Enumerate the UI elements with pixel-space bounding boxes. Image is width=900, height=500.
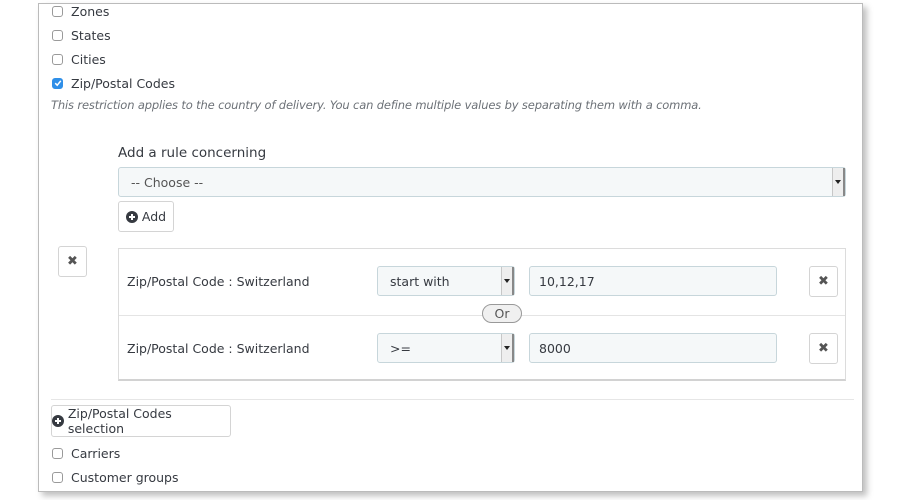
checkbox-label: Zones [71,3,110,19]
checkbox-states[interactable]: States [52,26,111,44]
checkbox-label: Zip/Postal Codes [71,75,175,91]
operator-select-value: >= [390,340,411,356]
dropdown-toggle[interactable] [832,168,845,196]
rule-type-select-value: -- Choose -- [131,174,204,190]
rule-row: Zip/Postal Code : Switzerland start with… [119,249,845,315]
operator-select-value: start with [390,273,450,289]
remove-rule-button[interactable]: ✖ [809,333,838,364]
dropdown-toggle[interactable] [501,267,514,295]
rule-value-input[interactable] [529,266,777,296]
checkbox-label: Carriers [71,445,121,461]
section-divider [51,399,854,400]
operator-select[interactable]: start with [377,266,515,296]
checkbox-label: Cities [71,51,106,67]
plus-circle-icon [52,415,64,427]
selection-button-label: Zip/Postal Codes selection [67,406,172,436]
close-icon: ✖ [67,254,78,269]
remove-rule-group-button[interactable]: ✖ [58,246,87,277]
rule-name: Zip/Postal Code : Switzerland [127,341,310,356]
checkbox-box[interactable] [52,447,63,459]
rule-type-select[interactable]: -- Choose -- [118,167,846,197]
checkbox-box[interactable] [52,471,63,483]
restrictions-panel: Zones States Cities Zip/Postal Codes Thi… [38,3,863,492]
checkbox-box[interactable] [52,5,63,17]
checkbox-label: States [71,27,111,43]
checkbox-box[interactable] [52,29,63,41]
help-text: This restriction applies to the country … [51,98,702,112]
remove-rule-button[interactable]: ✖ [809,266,838,297]
checkbox-zones[interactable]: Zones [52,2,109,20]
close-icon: ✖ [818,341,829,356]
add-rule-button-label: Add [141,209,167,224]
checkbox-carriers[interactable]: Carriers [52,444,120,462]
checkbox-box[interactable] [52,77,63,89]
caret-down-icon [835,180,841,184]
checkbox-customer-groups[interactable]: Customer groups [52,468,179,486]
add-rule-button[interactable]: Add [118,201,174,232]
rule-row: Zip/Postal Code : Switzerland >= ✖ [119,315,845,381]
or-separator-badge: Or [482,304,522,323]
plus-circle-icon [125,210,138,223]
checkbox-cities[interactable]: Cities [52,50,106,68]
rule-value-input[interactable] [529,333,777,363]
caret-down-icon [504,279,510,283]
rule-name: Zip/Postal Code : Switzerland [127,274,310,289]
dropdown-toggle[interactable] [501,334,514,362]
zip-postal-codes-selection-button[interactable]: Zip/Postal Codes selection [51,405,231,437]
checkbox-box[interactable] [52,53,63,65]
checkbox-label: Customer groups [71,469,179,485]
caret-down-icon [504,346,510,350]
close-icon: ✖ [818,274,829,289]
checkmark-icon [54,80,61,87]
operator-select[interactable]: >= [377,333,515,363]
add-rule-label: Add a rule concerning [118,145,267,161]
checkbox-zip-postal-codes[interactable]: Zip/Postal Codes [52,74,175,92]
